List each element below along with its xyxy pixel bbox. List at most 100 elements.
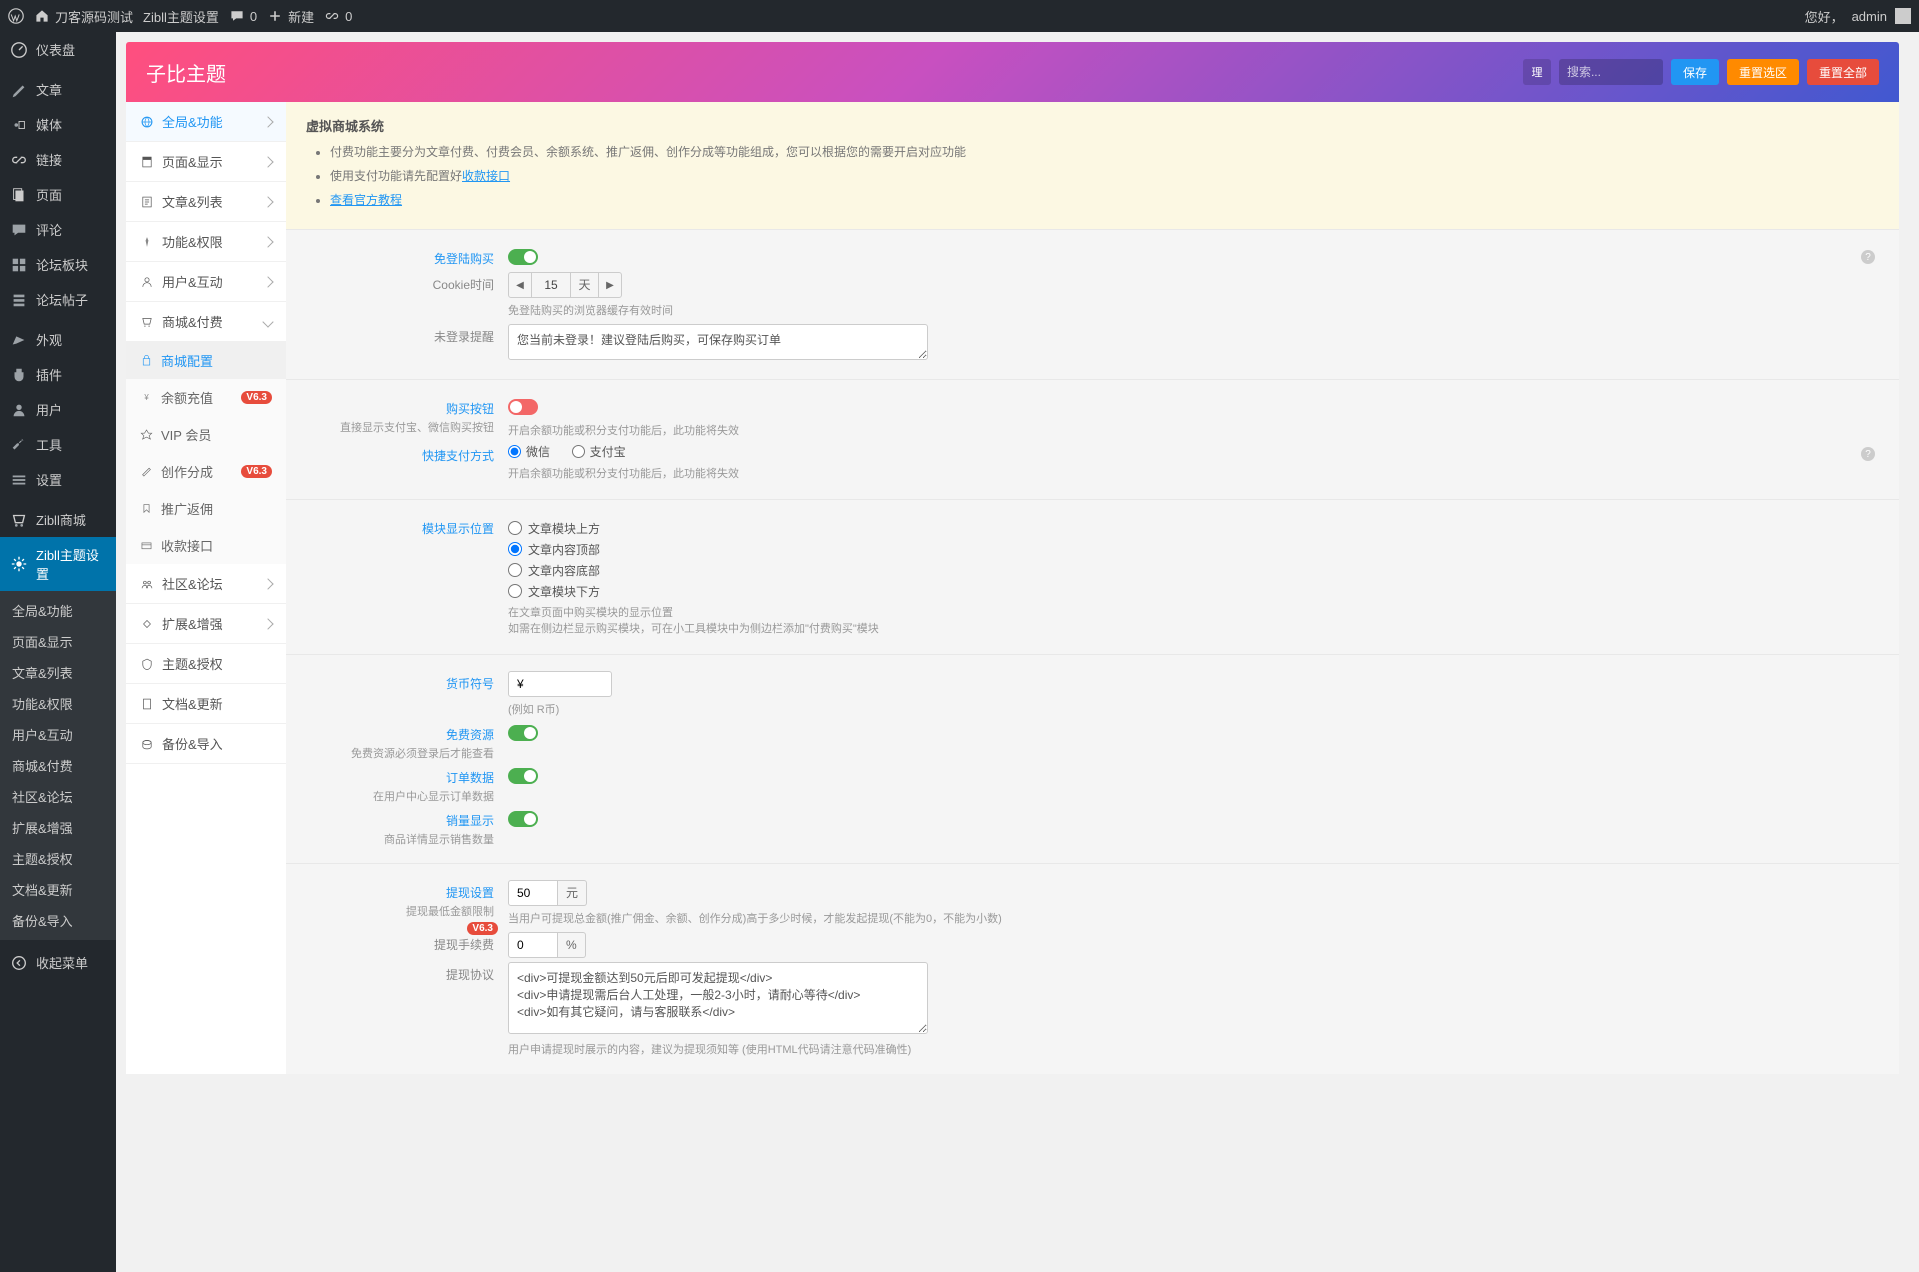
submenu-item[interactable]: 备份&导入	[0, 905, 116, 936]
nav-user[interactable]: 用户&互动	[126, 262, 286, 302]
desc-cookie: 免登陆购买的浏览器缓存有效时间	[508, 303, 1875, 320]
submenu-item[interactable]: 功能&权限	[0, 688, 116, 719]
label-buy-btn-sub: 直接显示支付宝、微信购买按钮	[286, 419, 494, 435]
menu-users[interactable]: 用户	[0, 392, 116, 427]
nav-mall-config[interactable]: 商城配置	[126, 342, 286, 379]
withdraw-agree-textarea[interactable]	[508, 962, 928, 1034]
search-input[interactable]	[1559, 59, 1663, 85]
radio-pos-4[interactable]: 文章模块下方	[508, 583, 1875, 600]
nav-article[interactable]: 文章&列表	[126, 182, 286, 222]
spinner-dec[interactable]: ◀	[509, 273, 531, 297]
nav-community[interactable]: 社区&论坛	[126, 564, 286, 604]
toggle-order-data[interactable]	[508, 768, 538, 784]
theme-title: 子比主题	[146, 58, 226, 87]
wp-sidebar: 仪表盘 文章 媒体 链接 页面 评论 论坛板块 论坛帖子 外观 插件 用户 工具…	[0, 32, 116, 1272]
submenu-item[interactable]: 主题&授权	[0, 843, 116, 874]
wp-logo[interactable]	[8, 8, 24, 24]
link-tutorial[interactable]: 查看官方教程	[330, 193, 402, 207]
nav-docs[interactable]: 文档&更新	[126, 684, 286, 724]
theme-header: 子比主题 理 保存 重置选区 重置全部	[126, 42, 1899, 102]
submenu-item[interactable]: 社区&论坛	[0, 781, 116, 812]
link-payment-api[interactable]: 收款接口	[462, 169, 510, 183]
menu-appearance[interactable]: 外观	[0, 322, 116, 357]
chevron-right-icon	[262, 618, 273, 629]
admin-bar: 刀客源码测试 Zibll主题设置 0 新建 0 您好，admin	[0, 0, 1919, 32]
help-icon[interactable]: ?	[1861, 250, 1875, 264]
menu-comments[interactable]: 评论	[0, 212, 116, 247]
save-button[interactable]: 保存	[1671, 59, 1719, 85]
chevron-right-icon	[262, 116, 273, 127]
toggle-free-res[interactable]	[508, 725, 538, 741]
submenu-item[interactable]: 全局&功能	[0, 595, 116, 626]
menu-tools[interactable]: 工具	[0, 427, 116, 462]
nav-creation[interactable]: 创作分成V6.3	[126, 453, 286, 490]
label-withdraw-sub: 提现最低金额限制	[286, 903, 494, 919]
submenu-item[interactable]: 页面&显示	[0, 626, 116, 657]
settings-content: 虚拟商城系统 付费功能主要分为文章付费、付费会员、余额系统、推广返佣、创作分成等…	[286, 102, 1899, 1074]
reset-section-button[interactable]: 重置选区	[1727, 59, 1799, 85]
page-title[interactable]: Zibll主题设置	[143, 7, 219, 26]
menu-links[interactable]: 链接	[0, 142, 116, 177]
chevron-right-icon	[262, 196, 273, 207]
label-withdraw-fee: 提现手续费	[434, 938, 494, 952]
nav-global[interactable]: 全局&功能	[126, 102, 286, 142]
menu-posts[interactable]: 文章	[0, 72, 116, 107]
nav-page[interactable]: 页面&显示	[126, 142, 286, 182]
menu-zibll-theme[interactable]: Zibll主题设置	[0, 537, 116, 591]
toggle-guest-buy[interactable]	[508, 249, 538, 265]
nav-balance[interactable]: ¥余额充值V6.3	[126, 379, 286, 416]
cookie-time-spinner[interactable]: ◀ 15 天 ▶	[508, 272, 622, 298]
desc-module-pos1: 在文章页面中购买模块的显示位置	[508, 605, 1875, 622]
submenu-item[interactable]: 文档&更新	[0, 874, 116, 905]
nav-promo[interactable]: 推广返佣	[126, 490, 286, 527]
currency-input[interactable]	[508, 671, 612, 697]
avatar	[1895, 8, 1911, 24]
menu-collapse[interactable]: 收起菜单	[0, 945, 116, 980]
nav-backup[interactable]: 备份&导入	[126, 724, 286, 764]
help-icon[interactable]: ?	[1861, 447, 1875, 461]
toggle-sales-show[interactable]	[508, 811, 538, 827]
withdraw-fee-input[interactable]	[508, 932, 558, 958]
desc-quick-pay: 开启余额功能或积分支付功能后，此功能将失效	[508, 466, 1875, 483]
menu-dashboard[interactable]: 仪表盘	[0, 32, 116, 67]
site-home[interactable]: 刀客源码测试	[34, 7, 133, 26]
nav-mall[interactable]: 商城&付费	[126, 302, 286, 342]
nav-feature[interactable]: 功能&权限	[126, 222, 286, 262]
menu-media[interactable]: 媒体	[0, 107, 116, 142]
nav-vip[interactable]: VIP 会员	[126, 416, 286, 453]
svg-text:¥: ¥	[144, 393, 149, 402]
withdraw-min-input[interactable]	[508, 880, 558, 906]
radio-pos-1[interactable]: 文章模块上方	[508, 520, 1875, 537]
spinner-unit: 天	[571, 273, 599, 297]
menu-zibll-mall[interactable]: Zibll商城	[0, 502, 116, 537]
submenu-item[interactable]: 用户&互动	[0, 719, 116, 750]
radio-wechat[interactable]: 微信	[508, 443, 550, 460]
user-menu[interactable]: 您好，admin	[1805, 7, 1911, 26]
radio-pos-2[interactable]: 文章内容顶部	[508, 541, 1875, 558]
expand-button[interactable]: 理	[1523, 59, 1551, 85]
nav-theme-auth[interactable]: 主题&授权	[126, 644, 286, 684]
menu-settings[interactable]: 设置	[0, 462, 116, 497]
label-currency: 货币符号	[446, 677, 494, 691]
radio-alipay[interactable]: 支付宝	[572, 443, 626, 460]
new-content[interactable]: 新建	[267, 7, 314, 26]
menu-plugins[interactable]: 插件	[0, 357, 116, 392]
menu-forum-post[interactable]: 论坛帖子	[0, 282, 116, 317]
links-count[interactable]: 0	[324, 8, 352, 24]
not-logged-textarea[interactable]	[508, 324, 928, 360]
radio-pos-3[interactable]: 文章内容底部	[508, 562, 1875, 579]
label-free-res: 免费资源	[446, 728, 494, 742]
comments-link[interactable]: 0	[229, 8, 257, 24]
nav-extend[interactable]: 扩展&增强	[126, 604, 286, 644]
menu-forum-section[interactable]: 论坛板块	[0, 247, 116, 282]
submenu-item[interactable]: 商城&付费	[0, 750, 116, 781]
menu-pages[interactable]: 页面	[0, 177, 116, 212]
notice-line: 付费功能主要分为文章付费、付费会员、余额系统、推广返佣、创作分成等功能组成，您可…	[330, 143, 1879, 161]
label-not-logged: 未登录提醒	[434, 330, 494, 344]
submenu-item[interactable]: 扩展&增强	[0, 812, 116, 843]
nav-payment[interactable]: 收款接口	[126, 527, 286, 564]
submenu-item[interactable]: 文章&列表	[0, 657, 116, 688]
spinner-inc[interactable]: ▶	[599, 273, 621, 297]
toggle-buy-btn[interactable]	[508, 399, 538, 415]
reset-all-button[interactable]: 重置全部	[1807, 59, 1879, 85]
